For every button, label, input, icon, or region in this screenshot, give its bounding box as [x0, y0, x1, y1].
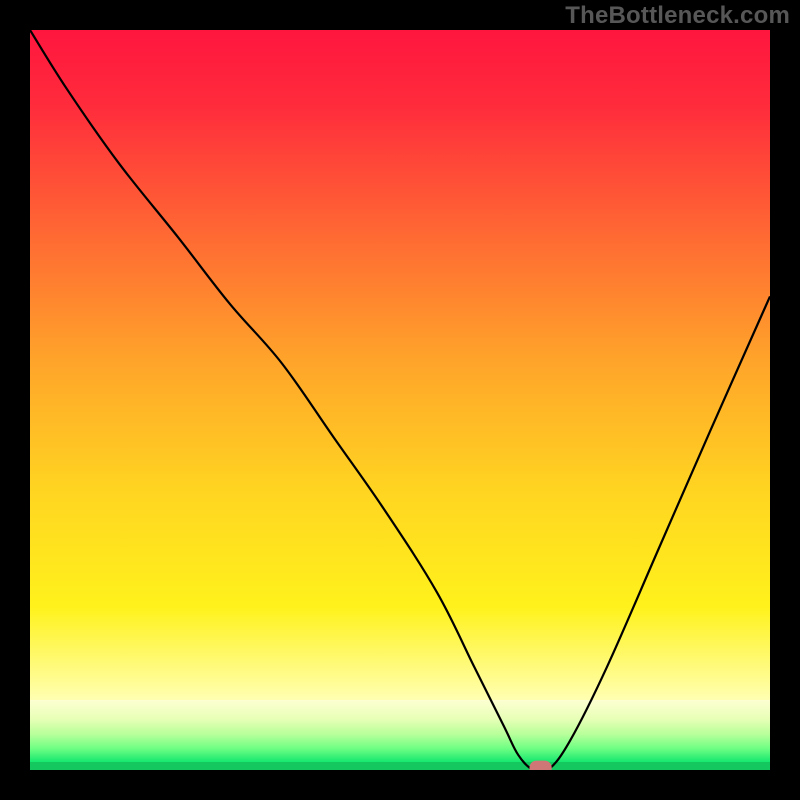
plot-area — [30, 30, 770, 770]
chart-frame: TheBottleneck.com — [0, 0, 800, 800]
baseline-strip — [30, 762, 770, 770]
bottom-band — [30, 700, 770, 762]
watermark-text: TheBottleneck.com — [565, 2, 790, 30]
optimum-marker — [530, 761, 552, 770]
gradient-background — [30, 30, 770, 770]
